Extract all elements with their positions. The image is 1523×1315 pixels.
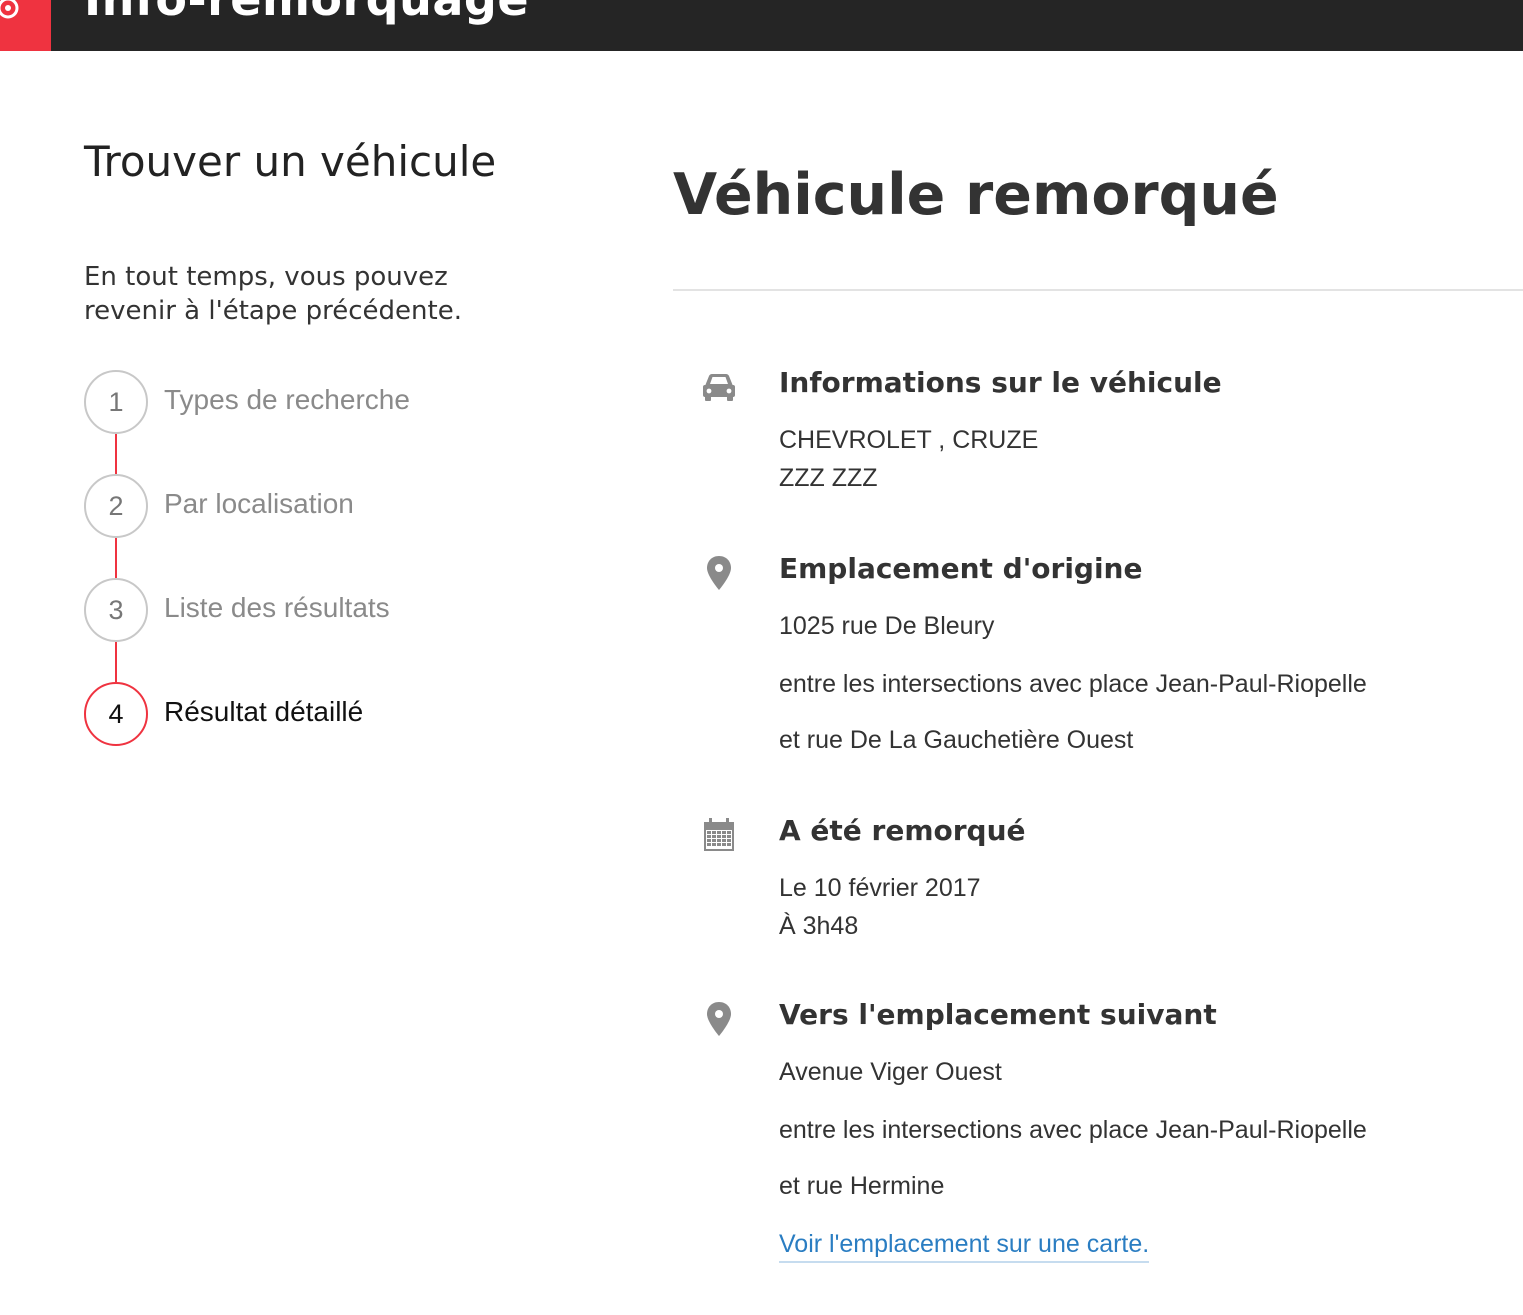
origin-street: 1025 rue De Bleury (779, 612, 995, 640)
step-par-localisation[interactable]: 2 Par localisation (84, 474, 544, 538)
step-types-de-recherche[interactable]: 1 Types de recherche (84, 370, 544, 434)
destination-between: entre les intersections avec place Jean-… (779, 1116, 1367, 1144)
app-title: Info-remorquage (84, 0, 529, 26)
sidebar-title: Trouver un véhicule (84, 137, 497, 186)
destination-street: Avenue Viger Ouest (779, 1058, 1002, 1086)
step-label: Liste des résultats (164, 592, 390, 623)
towed-time: À 3h48 (779, 912, 859, 940)
vehicle-plate: ZZZ ZZZ (779, 464, 878, 492)
towed-date-section: A été remorqué Le 10 février 2017 À 3h48 (673, 814, 1523, 944)
step-number: 1 (84, 370, 148, 434)
view-on-map-link[interactable]: Voir l'emplacement sur une carte. (779, 1230, 1150, 1263)
car-icon (703, 374, 735, 401)
step-connector (115, 538, 117, 578)
destination-and: et rue Hermine (779, 1172, 945, 1200)
origin-location-section: Emplacement d'origine 1025 rue De Bleury… (673, 552, 1523, 762)
calendar-icon (704, 818, 734, 851)
divider (673, 289, 1523, 291)
sidebar-subtitle: En tout temps, vous pouvez revenir à l'é… (84, 262, 462, 326)
step-resultat-detaille: 4 Résultat détaillé (84, 682, 544, 746)
step-liste-des-resultats[interactable]: 3 Liste des résultats (84, 578, 544, 642)
vehicle-make-model: CHEVROLET , CRUZE (779, 426, 1039, 454)
section-title: A été remorqué (779, 814, 1026, 847)
step-connector (115, 434, 117, 474)
step-label: Types de recherche (164, 384, 410, 415)
section-title: Emplacement d'origine (779, 552, 1143, 585)
logo[interactable] (0, 0, 51, 51)
origin-between: entre les intersections avec place Jean-… (779, 670, 1367, 698)
origin-and: et rue De La Gauchetière Ouest (779, 726, 1134, 754)
map-pin-icon (707, 556, 731, 590)
destination-section: Vers l'emplacement suivant Avenue Viger … (673, 998, 1523, 1268)
section-title: Informations sur le véhicule (779, 366, 1222, 399)
step-list: 1 Types de recherche 2 Par localisation … (84, 370, 544, 750)
step-connector (115, 642, 117, 682)
towed-date: Le 10 février 2017 (779, 874, 981, 902)
section-title: Vers l'emplacement suivant (779, 998, 1217, 1031)
vehicle-info-section: Informations sur le véhicule CHEVROLET ,… (673, 366, 1523, 496)
step-number: 4 (84, 682, 148, 746)
top-bar: Info-remorquage (0, 0, 1523, 51)
step-label: Par localisation (164, 488, 354, 519)
step-number: 3 (84, 578, 148, 642)
page-title: Véhicule remorqué (673, 162, 1279, 228)
city-rosette-icon (0, 0, 19, 19)
map-pin-icon (707, 1002, 731, 1036)
step-label: Résultat détaillé (164, 696, 364, 727)
step-number: 2 (84, 474, 148, 538)
